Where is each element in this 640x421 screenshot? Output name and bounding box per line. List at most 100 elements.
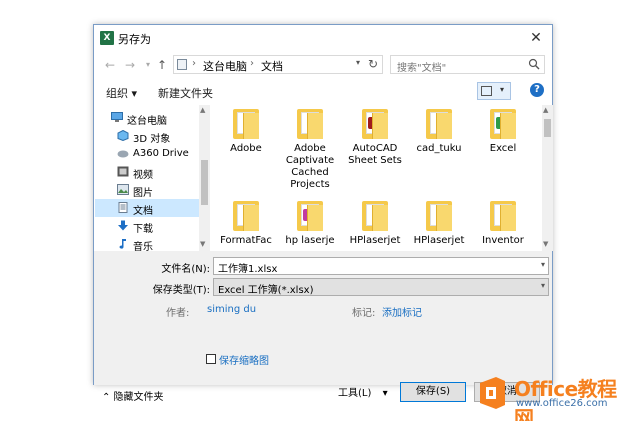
- document-icon: [118, 202, 128, 213]
- chevron-down-icon[interactable]: ▾: [541, 260, 545, 269]
- nav-scrollbar[interactable]: ▲ ▼: [199, 105, 210, 251]
- folder-name: Adobe: [230, 143, 262, 154]
- up-arrow-icon[interactable]: ↑: [154, 57, 170, 73]
- navigation-pane: 这台电脑 3D 对象 A360 Drive 视频 图片 文档 下载 音乐 ▲ ▼: [95, 105, 210, 253]
- music-icon: [119, 239, 126, 249]
- search-input[interactable]: 搜索"文档": [390, 55, 545, 74]
- add-tags-link[interactable]: 添加标记: [382, 304, 422, 319]
- folder-item[interactable]: Inventor: [471, 201, 535, 247]
- nav-item-documents[interactable]: 文档: [95, 199, 199, 217]
- new-folder-button[interactable]: 新建文件夹: [158, 85, 213, 101]
- hide-folders-toggle[interactable]: ⌃ 隐藏文件夹: [102, 388, 164, 403]
- save-options-panel: 文件名(N): 工作簿1.xlsx ▾ 保存类型(T): Excel 工作簿(*…: [94, 251, 552, 403]
- help-icon[interactable]: ?: [530, 83, 544, 97]
- back-arrow-icon[interactable]: ←: [102, 57, 118, 73]
- close-button[interactable]: ✕: [526, 28, 546, 48]
- scroll-up-icon[interactable]: ▲: [543, 106, 548, 114]
- watermark-title: Office教程网: [514, 377, 617, 421]
- folder-item[interactable]: Adobe: [214, 109, 278, 155]
- search-icon: [528, 58, 540, 70]
- folder-name: Excel: [489, 143, 517, 154]
- nav-label: 文档: [133, 206, 153, 217]
- tools-label: 工具(L): [338, 388, 372, 399]
- nav-item-this-pc[interactable]: 这台电脑: [95, 109, 199, 127]
- hp-folder-icon: [297, 201, 323, 231]
- folder-item[interactable]: hp laserje: [278, 201, 342, 247]
- save-thumbnail-checkbox[interactable]: [206, 354, 216, 364]
- breadcrumb-documents[interactable]: 文档: [261, 58, 283, 74]
- scroll-up-icon[interactable]: ▲: [200, 106, 205, 114]
- save-thumbnail-label[interactable]: 保存缩略图: [219, 352, 269, 367]
- scroll-down-icon[interactable]: ▼: [543, 240, 548, 248]
- filename-value: 工作簿1.xlsx: [218, 264, 278, 275]
- refresh-icon[interactable]: ↻: [368, 57, 378, 71]
- folder-name: HPlaserjet: [349, 235, 401, 246]
- folder-name: Adobe Captivate Cached Projects: [285, 143, 335, 190]
- folder-icon: [297, 109, 323, 139]
- watermark: Office教程网 www.office26.com: [476, 372, 636, 421]
- folder-icon: [233, 109, 259, 139]
- folder-item[interactable]: cad_tuku: [407, 109, 471, 155]
- forward-arrow-icon[interactable]: →: [122, 57, 138, 73]
- folder-item[interactable]: AutoCAD Sheet Sets: [343, 109, 407, 167]
- nav-label: 视频: [133, 170, 153, 181]
- folder-item[interactable]: HPlaserjet: [343, 201, 407, 247]
- folder-item[interactable]: Excel: [471, 109, 535, 155]
- author-label: 作者:: [166, 308, 190, 319]
- computer-icon: [111, 112, 123, 122]
- folder-item[interactable]: FormatFac: [214, 201, 278, 247]
- toolbar: 组织 ▾ 新建文件夹 ▾ ?: [94, 79, 552, 105]
- address-bar[interactable]: › 这台电脑 › 文档 ▾ ↻: [173, 55, 383, 74]
- scroll-thumb[interactable]: [544, 119, 551, 137]
- nav-item-videos[interactable]: 视频: [95, 163, 199, 181]
- scroll-down-icon[interactable]: ▼: [200, 240, 205, 248]
- autocad-folder-icon: [362, 109, 388, 139]
- nav-label: 这台电脑: [127, 116, 167, 127]
- folder-icon: [233, 201, 259, 231]
- file-type-select[interactable]: Excel 工作簿(*.xlsx) ▾: [213, 278, 549, 296]
- folder-icon: [490, 201, 516, 231]
- nav-item-pictures[interactable]: 图片: [95, 181, 199, 199]
- chevron-down-icon: ▾: [382, 388, 388, 399]
- chevron-right-icon: ›: [192, 58, 196, 69]
- view-options-button[interactable]: ▾: [477, 82, 511, 100]
- folder-name: hp laserje: [285, 235, 335, 246]
- folder-name: cad_tuku: [416, 143, 462, 154]
- filename-input[interactable]: 工作簿1.xlsx ▾: [213, 257, 549, 275]
- nav-item-downloads[interactable]: 下载: [95, 217, 199, 235]
- author-value[interactable]: siming du: [207, 304, 256, 315]
- folder-name: Inventor: [482, 235, 524, 246]
- office-logo-icon: [480, 377, 505, 409]
- scroll-thumb[interactable]: [201, 160, 208, 205]
- excel-app-icon: X: [100, 31, 114, 45]
- address-dropdown-icon[interactable]: ▾: [356, 58, 360, 67]
- nav-label: 图片: [133, 188, 153, 199]
- grid-view-icon: [481, 86, 492, 96]
- title-bar: X 另存为 ✕: [94, 25, 552, 51]
- save-button[interactable]: 保存(S): [400, 382, 466, 402]
- filename-label: 文件名(N):: [161, 264, 210, 275]
- chevron-down-icon: ▾: [540, 281, 545, 290]
- folder-item[interactable]: Adobe Captivate Cached Projects: [278, 109, 342, 191]
- tools-menu[interactable]: 工具(L) ▾: [338, 384, 388, 399]
- hp-folder-icon: [426, 201, 452, 231]
- folder-name: FormatFac: [220, 235, 272, 246]
- file-list: Adobe Adobe Captivate Cached Projects Au…: [211, 105, 553, 251]
- organize-menu[interactable]: 组织 ▾: [106, 85, 137, 101]
- folder-name: AutoCAD Sheet Sets: [348, 143, 402, 166]
- nav-item-a360-drive[interactable]: A360 Drive: [95, 145, 199, 163]
- download-icon: [118, 220, 128, 231]
- video-icon: [117, 166, 129, 177]
- hp-folder-icon: [362, 201, 388, 231]
- file-list-scrollbar[interactable]: ▲ ▼: [542, 105, 553, 251]
- chevron-down-icon: ▾: [500, 85, 505, 94]
- folder-item[interactable]: HPlaserjet: [407, 201, 471, 247]
- picture-icon: [117, 184, 129, 195]
- breadcrumb-this-pc[interactable]: 这台电脑: [203, 58, 247, 74]
- nav-item-3d-objects[interactable]: 3D 对象: [95, 127, 199, 145]
- file-type-label: 保存类型(T):: [152, 285, 210, 296]
- folder-icon: [426, 109, 452, 139]
- nav-label: A360 Drive: [133, 148, 189, 159]
- chevron-right-icon: ›: [250, 58, 254, 69]
- cube-icon: [117, 130, 129, 141]
